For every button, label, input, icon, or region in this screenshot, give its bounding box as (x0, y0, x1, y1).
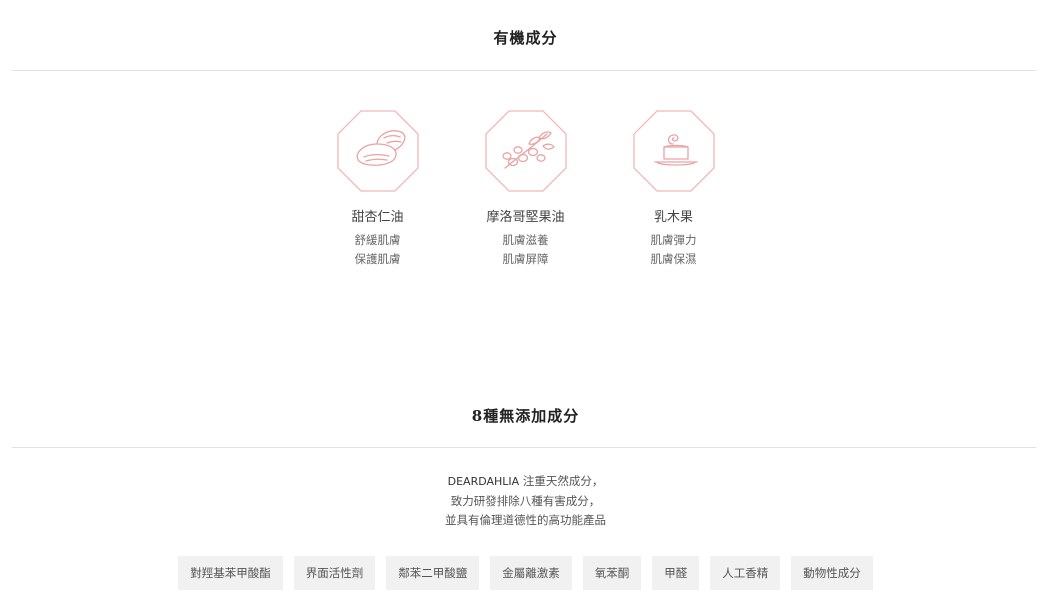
intro-line-1-text: 注重天然成分， (519, 474, 604, 488)
free-from-ingredients-title: 8種無添加成分 (471, 407, 580, 425)
ingredient-sweet-almond-oil: 甜杏仁油 舒緩肌膚 保護肌膚 (304, 110, 452, 269)
free-from-tag: 動物性成分 (791, 556, 873, 590)
ingredient-name: 乳木果 (653, 210, 693, 225)
free-from-tag: 甲醛 (652, 556, 700, 590)
ingredient-benefits: 肌膚滋養 肌膚屏障 (503, 231, 549, 269)
intro-line-3: 並具有倫理道德性的高功能產品 (445, 513, 606, 527)
free-from-intro: DEARDAHLIA 注重天然成分， 致力研發排除八種有害成分， 並具有倫理道德… (0, 472, 1051, 531)
section-divider (12, 70, 1036, 71)
ingredient-benefit: 肌膚保濕 (650, 252, 697, 266)
ingredient-shea-butter: 乳木果 肌膚彈力 肌膚保濕 (600, 110, 748, 269)
free-from-tag: 界面活性劑 (293, 556, 376, 590)
ingredient-argan-oil: 摩洛哥堅果油 肌膚滋養 肌膚屏障 (452, 110, 600, 269)
section-divider (12, 447, 1036, 448)
free-from-tags: 對羥基苯甲酸酯 界面活性劑 鄰苯二甲酸鹽 金屬離激素 氧苯酮 甲醛 人工香精 動… (0, 556, 1051, 590)
free-from-tag: 對羥基苯甲酸酯 (178, 556, 283, 590)
ingredient-benefits: 舒緩肌膚 保護肌膚 (355, 231, 401, 269)
ingredient-benefit: 肌膚滋養 (502, 233, 549, 247)
almond-icon (336, 110, 419, 192)
organic-ingredients-title: 有機成分 (493, 29, 558, 47)
free-from-tag: 鄰苯二甲酸鹽 (386, 556, 480, 590)
intro-line-2: 致力研發排除八種有害成分， (450, 493, 601, 508)
organic-ingredients-list: 甜杏仁油 舒緩肌膚 保護肌膚 摩洛哥堅果油 肌膚滋養 肌膚屏障 乳木果 肌膚彈力… (0, 110, 1051, 269)
free-from-tag: 金屬離激素 (490, 556, 572, 590)
free-from-tag: 氧苯酮 (582, 556, 642, 590)
intro-line-1: DEARDAHLIA 注重天然成分， (0, 472, 1051, 492)
free-from-tag: 人工香精 (710, 556, 781, 590)
argan-branch-icon (484, 110, 567, 192)
ingredient-name: 摩洛哥堅果油 (486, 210, 565, 225)
ingredient-name: 甜杏仁油 (351, 210, 404, 225)
brand-name: DEARDAHLIA (447, 475, 520, 488)
ingredient-benefit: 肌膚屏障 (502, 252, 549, 266)
ingredient-benefit: 保護肌膚 (354, 252, 401, 266)
ingredient-benefits: 肌膚彈力 肌膚保濕 (651, 231, 697, 269)
ingredients-page: 有機成分 甜杏仁油 舒緩肌膚 保護肌膚 摩洛哥堅果油 肌膚滋養 肌膚屏障 乳木果… (0, 0, 1051, 616)
shea-butter-icon (632, 110, 715, 192)
ingredient-benefit: 舒緩肌膚 (354, 233, 401, 247)
ingredient-benefit: 肌膚彈力 (650, 233, 697, 247)
